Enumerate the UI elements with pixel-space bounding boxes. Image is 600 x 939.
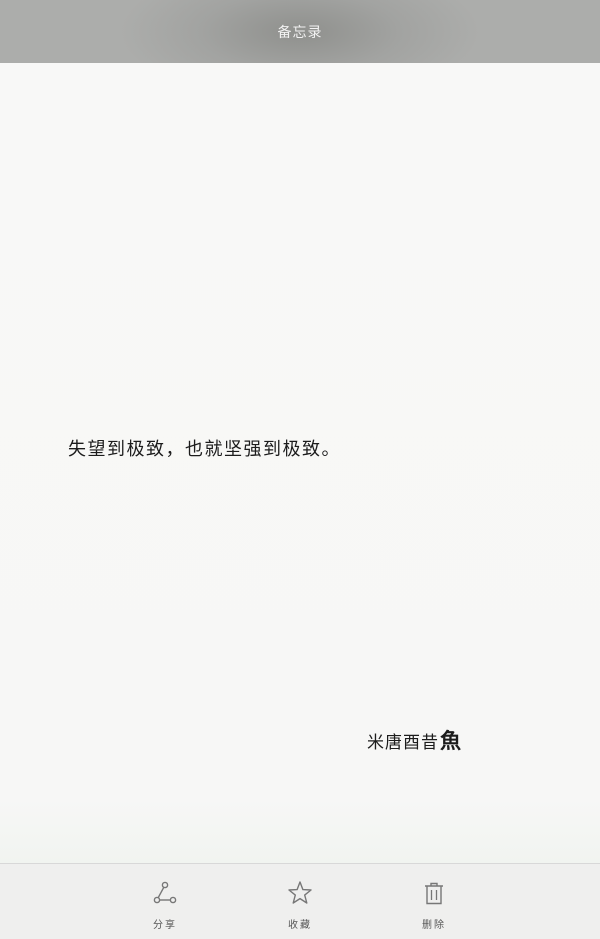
bottom-toolbar: 分享 收藏 删除 bbox=[0, 863, 600, 939]
delete-label: 删除 bbox=[422, 920, 446, 931]
favorite-label: 收藏 bbox=[288, 920, 312, 931]
memo-screen: 备忘录 失望到极致，也就坚强到极致。 米唐酉昔 魚 分享 收藏 删除 bbox=[0, 0, 600, 939]
signature-main: 米唐酉昔 bbox=[367, 733, 439, 753]
signature-emphasis: 魚 bbox=[440, 729, 462, 753]
star-icon bbox=[288, 881, 312, 904]
share-button[interactable]: 分享 bbox=[125, 864, 205, 939]
share-label: 分享 bbox=[153, 920, 177, 931]
note-content-area[interactable]: 失望到极致，也就坚强到极致。 米唐酉昔 魚 bbox=[0, 63, 600, 863]
delete-button[interactable]: 删除 bbox=[394, 864, 474, 939]
header-bar: 备忘录 bbox=[0, 0, 600, 63]
trash-icon bbox=[425, 882, 443, 905]
page-title: 备忘录 bbox=[277, 24, 323, 41]
share-icon bbox=[153, 881, 177, 904]
favorite-button[interactable]: 收藏 bbox=[260, 864, 340, 939]
note-text: 失望到极致，也就坚强到极致。 bbox=[68, 439, 341, 460]
note-signature: 米唐酉昔 魚 bbox=[367, 725, 462, 755]
